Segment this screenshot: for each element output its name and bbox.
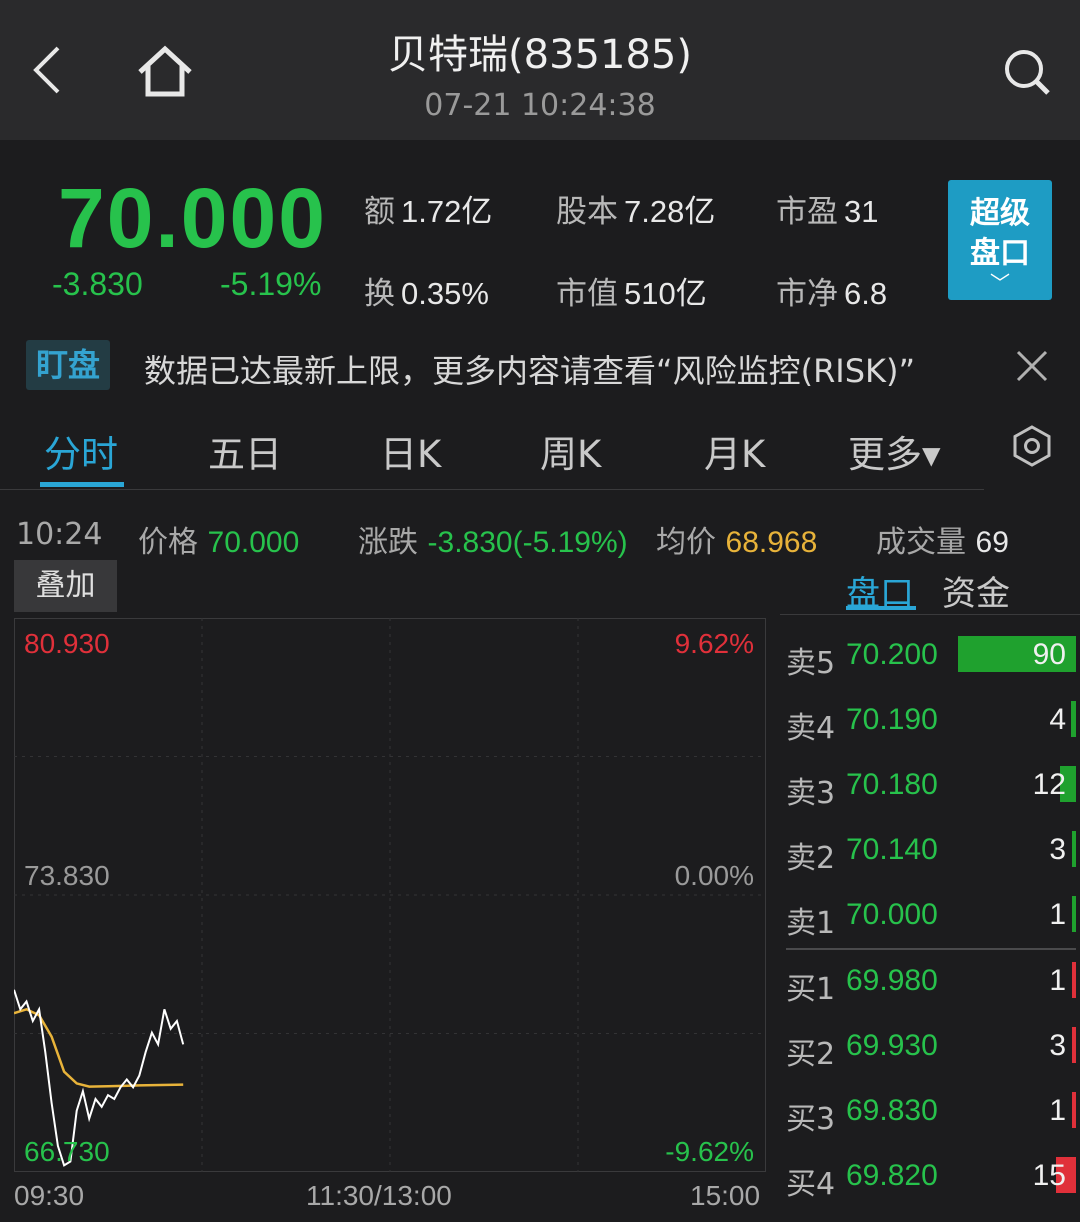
stat-pe: 市盈 31: [776, 194, 879, 230]
order-side: 卖4: [786, 711, 836, 746]
average-price-line: [14, 1007, 184, 1088]
order-side: 卖1: [786, 906, 836, 941]
active-tab-indicator: [40, 482, 124, 487]
y-axis-low-pct: -9.62%: [665, 1136, 754, 1167]
info-price: 价格 70.000: [138, 525, 300, 560]
tab-intraday[interactable]: 分时: [44, 424, 118, 478]
order-book-row[interactable]: 买3 69.830 1: [786, 1090, 1076, 1140]
x-axis-end: 15:00: [690, 1180, 761, 1211]
price-change-pct: -5.19%: [220, 266, 322, 302]
tab-divider: [0, 489, 984, 490]
tab-capital-flow[interactable]: 资金: [942, 566, 1010, 615]
intraday-chart[interactable]: [14, 618, 766, 1172]
tab-five-day[interactable]: 五日: [208, 424, 282, 478]
order-side: 卖3: [786, 776, 836, 811]
order-side: 买4: [786, 1167, 836, 1202]
order-book-row[interactable]: 卖4 70.190 4: [786, 699, 1076, 749]
order-price: 69.930: [846, 1029, 938, 1062]
super-button-label-1: 超级: [970, 196, 1030, 231]
order-volume-bar: [1072, 1092, 1076, 1128]
panel-tab-divider: [780, 614, 1080, 615]
y-axis-mid: 73.830: [24, 860, 110, 891]
chart-grid: [14, 618, 766, 1172]
order-price: 70.190: [846, 703, 938, 736]
tab-daily-k[interactable]: 日K: [380, 424, 441, 478]
close-icon[interactable]: [1010, 344, 1054, 388]
order-volume: 3: [1049, 1029, 1066, 1062]
chevron-down-icon: ﹀: [990, 271, 1010, 295]
y-axis-high: 80.930: [24, 628, 110, 659]
order-volume-bar: [1072, 831, 1076, 867]
order-book-row[interactable]: 卖2 70.140 3: [786, 829, 1076, 879]
order-volume-bar: [1072, 962, 1076, 998]
y-axis-mid-pct: 0.00%: [674, 860, 754, 891]
order-book-row[interactable]: 买4 69.820 15: [786, 1155, 1076, 1205]
order-book-row[interactable]: 卖3 70.180 12: [786, 764, 1076, 814]
order-book-separator: [786, 948, 1076, 950]
order-side: 买1: [786, 972, 836, 1007]
watch-tag[interactable]: 盯盘: [26, 340, 110, 390]
order-book-row[interactable]: 卖5 70.200 90: [786, 634, 1076, 684]
quote-timestamp: 07-21 10:24:38: [424, 88, 656, 123]
order-volume-bar: [1072, 1027, 1076, 1063]
info-volume: 成交量 69: [876, 525, 1009, 560]
info-average: 均价 68.968: [656, 525, 818, 560]
tab-weekly-k[interactable]: 周K: [540, 424, 601, 478]
order-book-row[interactable]: 买2 69.930 3: [786, 1025, 1076, 1075]
stat-turnover: 换 0.35%: [364, 276, 489, 312]
super-order-book-button[interactable]: 超级 盘口 ﹀: [948, 180, 1052, 300]
y-axis-low: 66.730: [24, 1136, 110, 1167]
order-price: 70.200: [846, 638, 938, 671]
order-volume: 15: [1032, 1159, 1066, 1192]
order-price: 69.980: [846, 964, 938, 997]
order-volume-bar: [1071, 701, 1076, 737]
stat-pb: 市净 6.8: [776, 276, 888, 312]
page-title: 贝特瑞(835185): [388, 32, 692, 78]
info-time: 10:24: [16, 517, 103, 552]
order-price: 69.830: [846, 1094, 938, 1127]
order-side: 卖5: [786, 646, 836, 681]
order-price: 70.000: [846, 898, 938, 931]
super-button-label-2: 盘口: [970, 236, 1030, 271]
price-change: -3.830: [52, 266, 143, 302]
order-volume: 1: [1049, 898, 1066, 931]
stat-share-capital: 股本 7.28亿: [556, 194, 716, 230]
order-side: 卖2: [786, 841, 836, 876]
order-book-row[interactable]: 卖1 70.000 1: [786, 894, 1076, 944]
settings-icon[interactable]: [1010, 424, 1054, 468]
stat-amount: 额 1.72亿: [364, 194, 493, 230]
last-price: 70.000: [58, 171, 327, 265]
y-axis-high-pct: 9.62%: [674, 628, 754, 659]
x-axis-midday: 11:30/13:00: [306, 1180, 452, 1211]
info-change: 涨跌 -3.830(-5.19%): [358, 525, 628, 560]
panel-tab-indicator: [846, 606, 916, 610]
order-volume: 1: [1049, 1094, 1066, 1127]
order-price: 70.180: [846, 768, 938, 801]
order-price: 70.140: [846, 833, 938, 866]
stat-market-cap: 市值 510亿: [556, 276, 707, 312]
tab-more[interactable]: 更多▾: [848, 424, 941, 478]
top-bar: 贝特瑞(835185) 07-21 10:24:38: [0, 0, 1080, 140]
order-price: 69.820: [846, 1159, 938, 1192]
tab-monthly-k[interactable]: 月K: [704, 424, 765, 478]
x-axis-start: 09:30: [14, 1180, 85, 1211]
order-volume: 1: [1049, 964, 1066, 997]
search-icon[interactable]: [1000, 46, 1056, 98]
order-book-row[interactable]: 买1 69.980 1: [786, 960, 1076, 1010]
order-volume: 3: [1049, 833, 1066, 866]
order-volume: 90: [1032, 638, 1066, 671]
overlay-button[interactable]: 叠加: [14, 560, 117, 612]
order-side: 买2: [786, 1037, 836, 1072]
order-volume: 12: [1032, 768, 1066, 801]
order-volume: 4: [1049, 703, 1066, 736]
order-side: 买3: [786, 1102, 836, 1137]
order-volume-bar: [1072, 896, 1076, 932]
alert-message[interactable]: 数据已达最新上限，更多内容请查看“风险监控(RISK)”: [144, 346, 915, 392]
